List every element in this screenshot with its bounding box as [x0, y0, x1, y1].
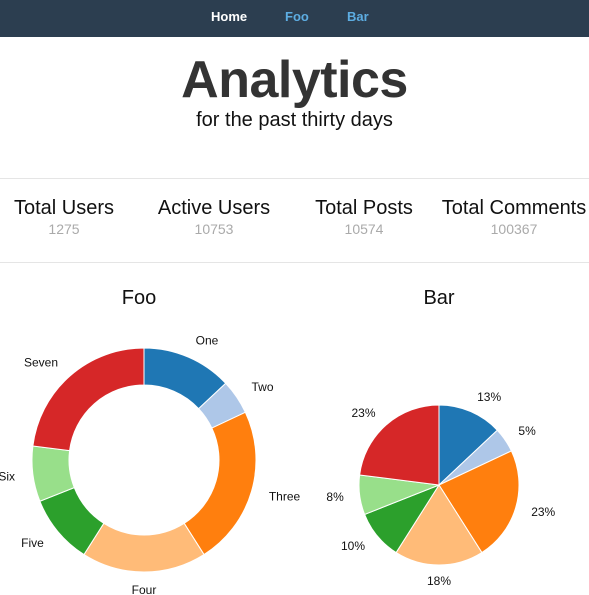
bar-slice-label: 13% — [477, 390, 501, 404]
bar-slice-label: 23% — [351, 406, 375, 420]
foo-slice-label: One — [196, 334, 219, 348]
foo-slice-label: Six — [0, 469, 15, 483]
bar-slice-label: 18% — [427, 574, 451, 588]
foo-slice-label: Four — [132, 583, 157, 595]
bar-slice-label: 8% — [326, 490, 344, 504]
foo-slice-label: Three — [269, 489, 301, 503]
foo-slice-2[interactable] — [183, 411, 257, 556]
foo-slice-label: Seven — [24, 355, 58, 369]
bar-slice-label: 23% — [531, 505, 555, 519]
bar-slice-label: 5% — [518, 424, 536, 438]
foo-slice-3[interactable] — [83, 522, 205, 573]
foo-slice-label: Five — [21, 536, 44, 550]
charts-canvas: One Two Three Four Five Six Seven 13% 5% 23% 18% 10… — [0, 334, 556, 595]
foo-slice-label: Two — [252, 380, 274, 394]
bar-slice-label: 10% — [341, 539, 365, 553]
